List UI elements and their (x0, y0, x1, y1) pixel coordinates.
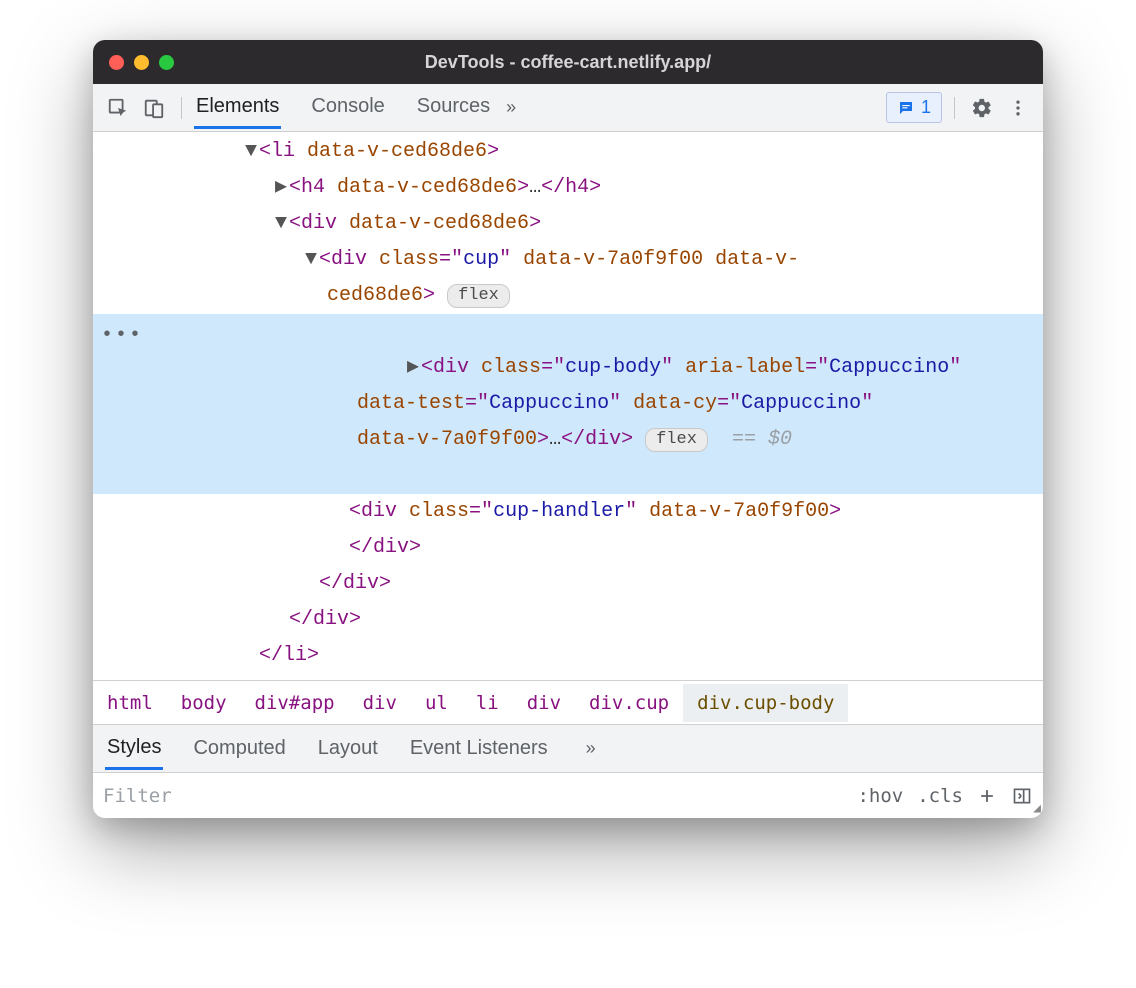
issues-button[interactable]: 1 (886, 92, 942, 123)
dom-node[interactable]: ▼<li data-v-ced68de6> (93, 134, 1043, 170)
devtools-window: DevTools - coffee-cart.netlify.app/ Elem… (93, 40, 1043, 818)
tab-styles[interactable]: Styles (105, 728, 163, 770)
breadcrumb-item[interactable]: div (349, 684, 411, 722)
breadcrumb-item[interactable]: li (462, 684, 513, 722)
traffic-lights (109, 55, 174, 70)
dom-node[interactable]: <div class="cup-handler" data-v-7a0f9f00… (93, 494, 1043, 566)
breadcrumb-item[interactable]: div.cup (575, 684, 683, 722)
more-styles-tabs[interactable]: » (578, 738, 604, 759)
panel-tabs: Elements Console Sources (194, 87, 492, 129)
tab-sources[interactable]: Sources (415, 87, 492, 129)
chat-icon (897, 99, 915, 117)
zoom-window-button[interactable] (159, 55, 174, 70)
expand-toggle[interactable]: ▼ (243, 134, 259, 170)
close-window-button[interactable] (109, 55, 124, 70)
dollar-zero-indicator: == $0 (732, 428, 792, 451)
expand-toggle[interactable]: ▼ (273, 206, 289, 242)
toolbar-divider (181, 97, 182, 119)
dom-node[interactable]: </div> (93, 602, 1043, 638)
dom-node[interactable]: </li> (93, 638, 1043, 674)
breadcrumb-item[interactable]: html (93, 684, 167, 722)
breadcrumb-item[interactable]: div#app (241, 684, 349, 722)
tab-event-listeners[interactable]: Event Listeners (408, 729, 550, 768)
tab-layout[interactable]: Layout (316, 729, 380, 768)
flex-badge[interactable]: flex (645, 428, 708, 452)
styles-tabs: Styles Computed Layout Event Listeners » (93, 724, 1043, 772)
breadcrumb-item[interactable]: body (167, 684, 241, 722)
resize-handle-icon: ◢ (1033, 801, 1041, 816)
sidebar-icon (1011, 786, 1033, 806)
breadcrumb-item[interactable]: ul (411, 684, 462, 722)
styles-filter-bar: :hov .cls ◢ (93, 772, 1043, 818)
gear-icon (971, 97, 993, 119)
styles-filter-input[interactable] (103, 773, 843, 818)
tab-elements[interactable]: Elements (194, 87, 281, 129)
issues-count: 1 (921, 97, 931, 118)
plus-icon (977, 786, 997, 806)
main-toolbar: Elements Console Sources » 1 (93, 84, 1043, 132)
dom-tree[interactable]: ▼<li data-v-ced68de6> ▶<h4 data-v-ced68d… (93, 132, 1043, 680)
dom-node-selected[interactable]: •••▶<div class="cup-body" aria-label="Ca… (93, 314, 1043, 494)
toggle-class-button[interactable]: .cls (917, 785, 963, 807)
toggle-hover-button[interactable]: :hov (857, 785, 903, 807)
kebab-menu-icon[interactable] (1003, 93, 1033, 123)
titlebar: DevTools - coffee-cart.netlify.app/ (93, 40, 1043, 84)
dom-node[interactable]: </div> (93, 566, 1043, 602)
expand-toggle[interactable]: ▶ (273, 170, 289, 206)
window-title: DevTools - coffee-cart.netlify.app/ (93, 52, 1043, 73)
toolbar-divider (954, 97, 955, 119)
breadcrumb: html body div#app div ul li div div.cup … (93, 680, 1043, 724)
dom-node[interactable]: ▶<h4 data-v-ced68de6>…</h4> (93, 170, 1043, 206)
gutter-actions-icon[interactable]: ••• (101, 318, 143, 354)
new-style-rule-button[interactable] (977, 786, 997, 806)
tab-console[interactable]: Console (309, 87, 386, 129)
expand-toggle[interactable]: ▼ (303, 242, 319, 278)
dom-node[interactable]: ▼<div class="cup" data-v-7a0f9f00 data-v… (93, 242, 1043, 314)
breadcrumb-item-active[interactable]: div.cup-body (683, 684, 848, 722)
more-tabs-button[interactable]: » (498, 97, 524, 118)
inspect-element-icon[interactable] (103, 93, 133, 123)
computed-styles-sidebar-button[interactable] (1011, 786, 1033, 806)
breadcrumb-item[interactable]: div (513, 684, 575, 722)
tab-computed[interactable]: Computed (191, 729, 287, 768)
minimize-window-button[interactable] (134, 55, 149, 70)
dom-node[interactable]: ▼<div data-v-ced68de6> (93, 206, 1043, 242)
settings-icon[interactable] (967, 93, 997, 123)
flex-badge[interactable]: flex (447, 284, 510, 308)
expand-toggle[interactable]: ▶ (405, 350, 421, 386)
device-toolbar-icon[interactable] (139, 93, 169, 123)
